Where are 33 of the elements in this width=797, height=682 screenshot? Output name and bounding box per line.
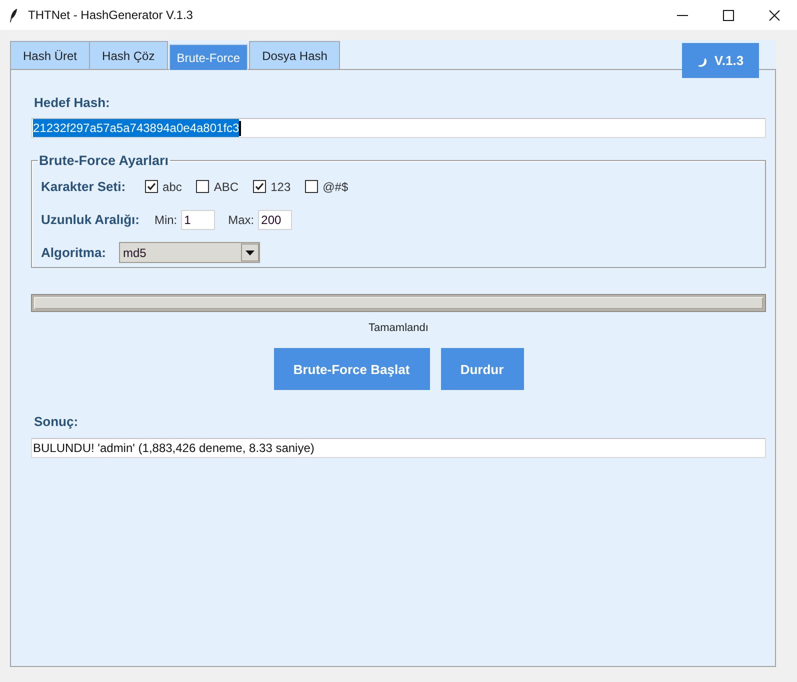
min-length-field[interactable]: 1 — [181, 210, 216, 230]
result-label: Sonuç: — [33, 414, 80, 430]
checkbox[interactable] — [144, 180, 158, 193]
status-text: Tamamlandı — [368, 321, 430, 336]
result-field[interactable]: BULUNDU! 'admin' (1,883,426 deneme, 8.33 saniye) — [31, 438, 766, 458]
charset-label: Karakter Seti: — [41, 179, 126, 194]
maximize-icon[interactable] — [722, 10, 734, 20]
checkbox[interactable] — [252, 180, 266, 193]
tab[interactable]: Dosya Hash — [249, 41, 340, 69]
tab[interactable]: Hash Üret — [10, 41, 90, 69]
max-label: Max: — [228, 212, 254, 226]
tab[interactable]: Hash Çöz — [89, 41, 168, 69]
algorithm-label: Algoritma: — [41, 245, 106, 260]
text-cursor-icon — [239, 120, 242, 136]
target-hash-label: Hedef Hash: — [33, 95, 111, 111]
curl-icon — [697, 57, 710, 68]
checkbox[interactable] — [304, 180, 318, 193]
feather-icon — [9, 8, 18, 22]
checkbox-label: abc — [162, 180, 182, 194]
window-title: THTNet - HashGenerator V.1.3 — [28, 8, 193, 22]
max-length-field[interactable]: 200 — [258, 210, 292, 230]
algorithm-dropdown[interactable]: md5 — [119, 242, 260, 263]
checkbox-label: 123 — [270, 180, 291, 194]
checkbox-label: ABC — [214, 180, 239, 194]
length-range-label: Uzunluk Aralığı: — [41, 212, 140, 227]
hash-input-field[interactable]: 21232f297a57a5a743894a0e4a801fc3 — [31, 118, 766, 138]
min-label: Min: — [154, 212, 178, 226]
minimize-icon[interactable] — [676, 14, 688, 16]
hash-value: 21232f297a57a5a743894a0e4a801fc3 — [33, 119, 240, 137]
checkbox-label: @#$ — [322, 180, 348, 194]
close-icon[interactable] — [768, 10, 780, 20]
settings-group-title: Brute-Force Ayarları — [38, 153, 170, 168]
checkbox[interactable] — [196, 180, 209, 193]
